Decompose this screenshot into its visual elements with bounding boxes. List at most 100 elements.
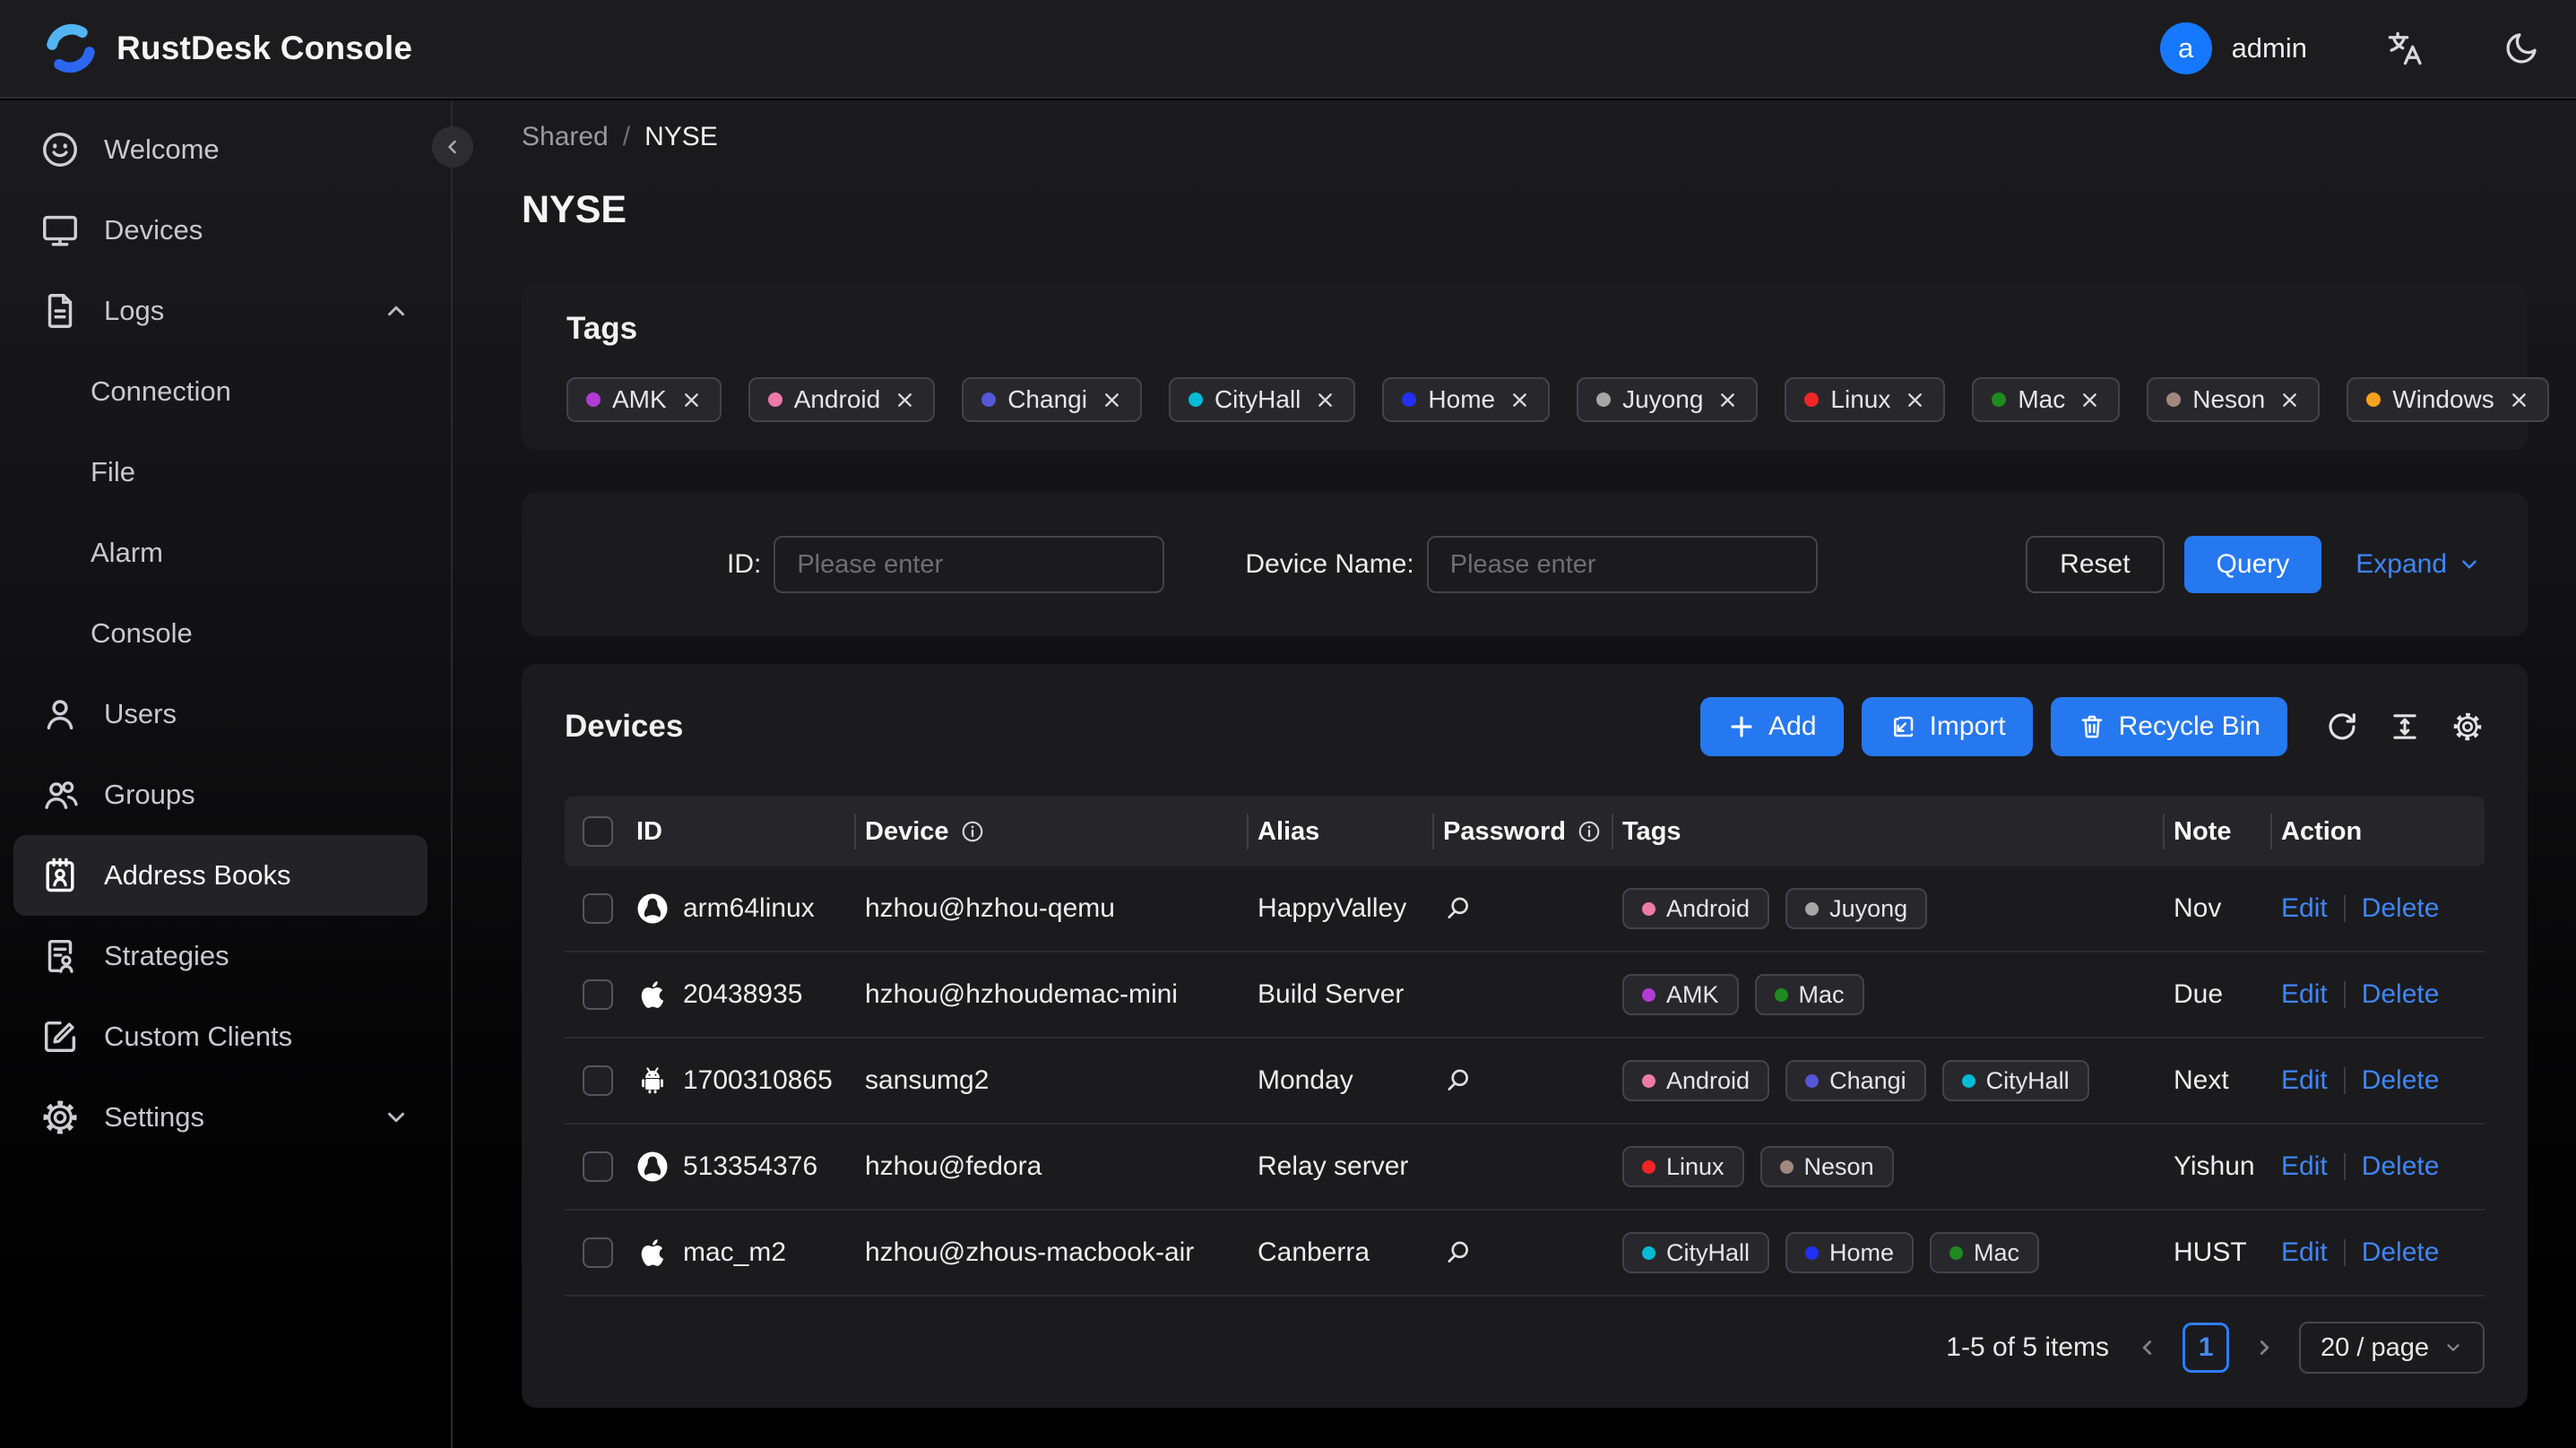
view-password-icon[interactable] bbox=[1443, 1237, 1474, 1268]
tag-chip: AMK bbox=[1622, 974, 1739, 1015]
query-button[interactable]: Query bbox=[2183, 536, 2322, 593]
sidebar-item-settings[interactable]: Settings bbox=[0, 1077, 451, 1158]
view-password-icon[interactable] bbox=[1443, 1065, 1474, 1096]
tag-chip: Juyong bbox=[1577, 377, 1759, 422]
device-note: Next bbox=[2174, 1065, 2229, 1095]
delete-link[interactable]: Delete bbox=[2362, 1151, 2440, 1182]
sidebar-item-users[interactable]: Users bbox=[0, 674, 451, 754]
strategy-icon bbox=[39, 935, 81, 977]
device-name-filter-input[interactable] bbox=[1426, 536, 1818, 593]
linux-icon bbox=[636, 1151, 669, 1183]
android-icon bbox=[636, 1064, 669, 1097]
add-button-label: Add bbox=[1768, 711, 1817, 741]
edit-link[interactable]: Edit bbox=[2281, 979, 2328, 1010]
edit-link[interactable]: Edit bbox=[2281, 1151, 2328, 1182]
delete-link[interactable]: Delete bbox=[2362, 893, 2440, 924]
prev-page-icon[interactable] bbox=[2136, 1336, 2159, 1359]
edit-link[interactable]: Edit bbox=[2281, 1237, 2328, 1268]
info-icon[interactable] bbox=[960, 819, 985, 844]
username[interactable]: admin bbox=[2232, 32, 2307, 65]
breadcrumb: Shared / NYSE bbox=[522, 122, 2576, 152]
remove-tag-icon[interactable] bbox=[1717, 390, 1738, 410]
sidebar-item-file[interactable]: File bbox=[0, 432, 451, 513]
dark-mode-icon[interactable] bbox=[2503, 30, 2540, 67]
tag-label: CityHall bbox=[1214, 385, 1301, 413]
edit-link[interactable]: Edit bbox=[2281, 1065, 2328, 1096]
device-name: hzhou@hzhoudemac-mini bbox=[865, 979, 1178, 1009]
device-name: hzhou@hzhou-qemu bbox=[865, 893, 1115, 923]
avatar[interactable]: a bbox=[2159, 22, 2212, 74]
device-note: HUST bbox=[2174, 1237, 2247, 1267]
view-password-icon[interactable] bbox=[1443, 893, 1474, 924]
row-checkbox[interactable] bbox=[583, 1237, 613, 1268]
tag-chip: Android bbox=[748, 377, 936, 422]
delete-link[interactable]: Delete bbox=[2362, 979, 2440, 1010]
sidebar-item-address-books[interactable]: Address Books bbox=[13, 835, 428, 916]
select-all-checkbox[interactable] bbox=[583, 816, 613, 847]
apple-icon bbox=[636, 1237, 669, 1269]
delete-link[interactable]: Delete bbox=[2362, 1237, 2440, 1268]
table-settings-icon[interactable] bbox=[2451, 710, 2485, 744]
remove-tag-icon[interactable] bbox=[1102, 390, 1122, 410]
breadcrumb-parent[interactable]: Shared bbox=[522, 122, 609, 152]
recycle-bin-button[interactable]: Recycle Bin bbox=[2050, 697, 2287, 756]
page-number[interactable]: 1 bbox=[2183, 1323, 2230, 1373]
language-icon[interactable] bbox=[2386, 30, 2424, 67]
delete-link[interactable]: Delete bbox=[2362, 1065, 2440, 1096]
col-header-note: Note bbox=[2163, 797, 2281, 866]
sidebar-item-welcome[interactable]: Welcome bbox=[0, 109, 451, 190]
device-note: Yishun bbox=[2174, 1151, 2255, 1181]
recycle-bin-button-label: Recycle Bin bbox=[2118, 711, 2260, 741]
row-checkbox[interactable] bbox=[583, 1151, 613, 1182]
pagination-summary: 1-5 of 5 items bbox=[1946, 1332, 2110, 1362]
sidebar-item-devices[interactable]: Devices bbox=[0, 190, 451, 271]
remove-tag-icon[interactable] bbox=[2509, 390, 2529, 410]
sidebar-item-label: Welcome bbox=[104, 134, 220, 165]
tag-color-dot bbox=[767, 392, 782, 407]
remove-tag-icon[interactable] bbox=[681, 390, 702, 410]
tag-chip: Mac bbox=[1930, 1232, 2040, 1273]
col-header-password: Password bbox=[1432, 797, 1622, 866]
tag-color-dot bbox=[1992, 392, 2007, 407]
remove-tag-icon[interactable] bbox=[1315, 390, 1336, 410]
sidebar-item-logs[interactable]: Logs bbox=[0, 271, 451, 351]
table-row: 513354376 hzhou@fedora Relay server Linu… bbox=[565, 1125, 2485, 1211]
info-icon[interactable] bbox=[1577, 819, 1602, 844]
sidebar-collapse-button[interactable] bbox=[432, 126, 473, 168]
pagination: 1-5 of 5 items 1 20 / page bbox=[565, 1322, 2485, 1374]
table-row: mac_m2 hzhou@zhous-macbook-air Canberra … bbox=[565, 1211, 2485, 1297]
action-divider bbox=[2343, 981, 2346, 1008]
row-checkbox[interactable] bbox=[583, 893, 613, 924]
tag-label: Home bbox=[1428, 385, 1496, 413]
page-size-select[interactable]: 20 / page bbox=[2299, 1322, 2485, 1374]
tag-chip: CityHall bbox=[1622, 1232, 1770, 1273]
sidebar-item-connection[interactable]: Connection bbox=[0, 351, 451, 432]
remove-tag-icon[interactable] bbox=[895, 390, 915, 410]
next-page-icon[interactable] bbox=[2252, 1336, 2276, 1359]
sidebar-item-strategies[interactable]: Strategies bbox=[0, 916, 451, 996]
import-button[interactable]: Import bbox=[1861, 697, 2033, 756]
remove-tag-icon[interactable] bbox=[2079, 390, 2100, 410]
tag-chip: Changi bbox=[962, 377, 1142, 422]
action-divider bbox=[2343, 1067, 2346, 1094]
page-size-value: 20 / page bbox=[2321, 1332, 2429, 1362]
sidebar-item-groups[interactable]: Groups bbox=[0, 754, 451, 835]
edit-link[interactable]: Edit bbox=[2281, 893, 2328, 924]
add-button[interactable]: Add bbox=[1700, 697, 1844, 756]
reset-button[interactable]: Reset bbox=[2026, 536, 2165, 593]
app-title: RustDesk Console bbox=[117, 30, 413, 66]
row-checkbox[interactable] bbox=[583, 1065, 613, 1096]
sidebar-item-console[interactable]: Console bbox=[0, 593, 451, 674]
refresh-icon[interactable] bbox=[2325, 710, 2359, 744]
document-icon bbox=[39, 290, 81, 332]
id-filter-input[interactable] bbox=[774, 536, 1165, 593]
remove-tag-icon[interactable] bbox=[1905, 390, 1925, 410]
expand-toggle[interactable]: Expand bbox=[2356, 549, 2481, 580]
row-checkbox[interactable] bbox=[583, 979, 613, 1010]
sidebar-item-alarm[interactable]: Alarm bbox=[0, 513, 451, 593]
device-note: Nov bbox=[2174, 893, 2222, 923]
sidebar-item-custom-clients[interactable]: Custom Clients bbox=[0, 996, 451, 1077]
remove-tag-icon[interactable] bbox=[1509, 390, 1530, 410]
row-height-icon[interactable] bbox=[2388, 710, 2422, 744]
remove-tag-icon[interactable] bbox=[2279, 390, 2300, 410]
